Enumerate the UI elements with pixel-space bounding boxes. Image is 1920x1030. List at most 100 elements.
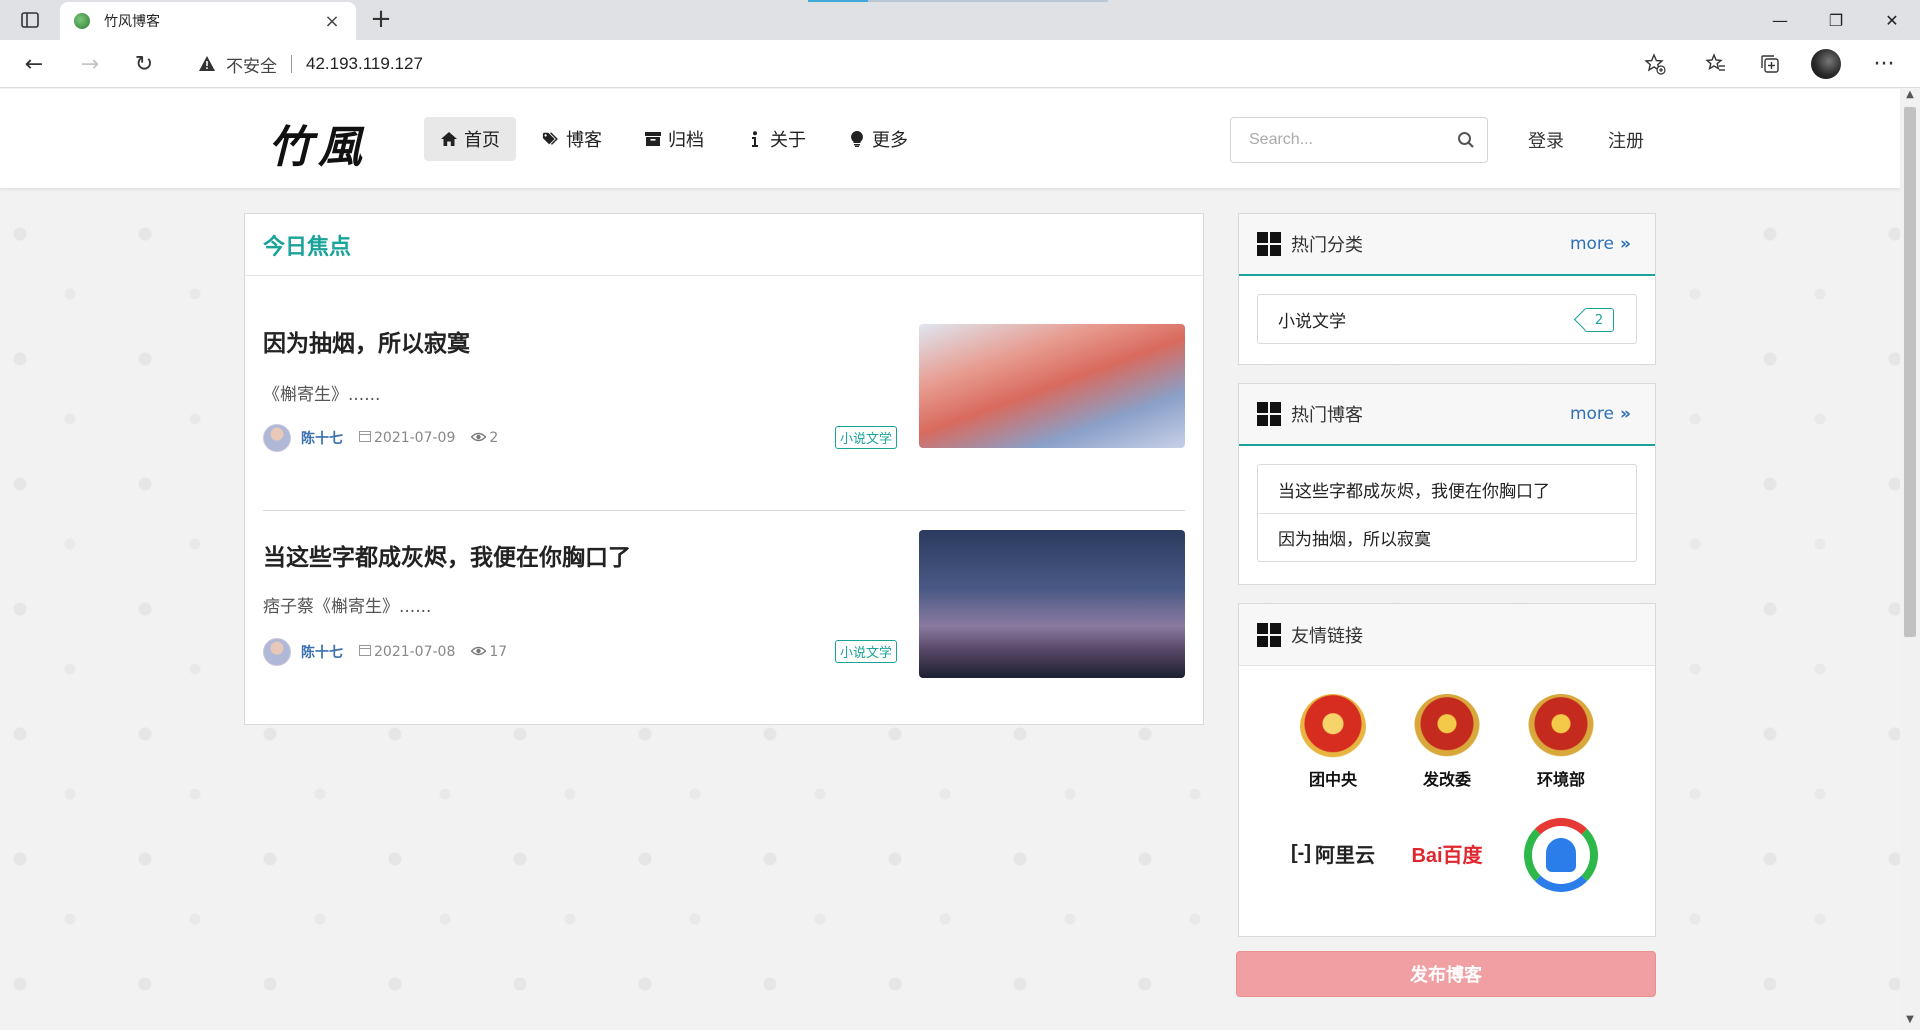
friend-link-label: 环境部 bbox=[1536, 770, 1585, 789]
friend-links-card: 友情链接 团中央 发改委 环境部 [-] 阿里云 Bai百度 bbox=[1238, 603, 1656, 937]
friend-links-title: 友情链接 bbox=[1291, 625, 1363, 647]
menu-item-home[interactable]: 首页 bbox=[424, 117, 516, 161]
double-chevron-right-icon: » bbox=[1620, 404, 1631, 424]
search-input[interactable] bbox=[1249, 131, 1457, 149]
article-thumbnail[interactable] bbox=[919, 530, 1185, 678]
collections-icon[interactable] bbox=[1752, 48, 1788, 80]
friend-link-youth-league[interactable]: 团中央 bbox=[1276, 694, 1390, 790]
more-link[interactable]: more » bbox=[1570, 404, 1631, 424]
register-link[interactable]: 注册 bbox=[1608, 127, 1644, 153]
settings-more-icon[interactable]: ··· bbox=[1866, 48, 1902, 80]
article-views: 2 bbox=[489, 430, 499, 446]
focus-title: 今日焦点 bbox=[263, 234, 352, 260]
scroll-up-icon[interactable]: ▲ bbox=[1900, 89, 1920, 105]
friend-link-label: 团中央 bbox=[1308, 770, 1357, 789]
category-tag[interactable]: 小说文学 bbox=[835, 640, 898, 663]
article-meta: 陈十七 2021-07-09 2 bbox=[263, 424, 498, 452]
browser-tab[interactable]: 竹风博客 × bbox=[60, 2, 356, 40]
baidu-logo-icon: Bai百度 bbox=[1411, 844, 1483, 867]
new-tab-button[interactable]: + bbox=[366, 6, 396, 34]
category-list: 小说文学 2 bbox=[1257, 294, 1637, 344]
friend-links-header: 友情链接 bbox=[1239, 604, 1655, 666]
focus-card-header: 今日焦点 bbox=[245, 214, 1203, 276]
insecure-label: 不安全 bbox=[226, 56, 277, 77]
article-item[interactable]: 因为抽烟，所以寂寞 《槲寄生》...... 陈十七 2021-07-09 2 小… bbox=[263, 324, 1185, 452]
friend-link-environment[interactable]: 环境部 bbox=[1504, 694, 1618, 790]
eye-icon bbox=[470, 430, 487, 446]
article-meta: 陈十七 2021-07-08 17 bbox=[263, 638, 507, 666]
restore-icon[interactable]: ❐ bbox=[1808, 0, 1864, 40]
author-avatar[interactable] bbox=[263, 638, 291, 666]
login-link[interactable]: 登录 bbox=[1528, 127, 1564, 153]
article-summary: 痞子蔡《槲寄生》...... bbox=[263, 597, 432, 617]
eye-icon bbox=[470, 644, 487, 660]
archive-icon bbox=[644, 130, 662, 148]
reload-icon[interactable]: ↻ bbox=[126, 48, 162, 80]
add-favorite-icon[interactable] bbox=[1644, 53, 1666, 75]
article-summary: 《槲寄生》...... bbox=[263, 385, 381, 405]
site-header: 竹風 首页 博客 归档 关于 更多 Search... 登录 注册 bbox=[0, 89, 1900, 189]
menu-item-about[interactable]: 关于 bbox=[730, 117, 822, 161]
more-label: more bbox=[1569, 234, 1615, 254]
address-bar[interactable]: 不安全 42.193.119.127 bbox=[180, 46, 1678, 82]
profile-avatar[interactable] bbox=[1808, 48, 1844, 80]
forward-icon[interactable]: → bbox=[72, 48, 108, 80]
page-scrollbar[interactable]: ▲ ▼ bbox=[1900, 89, 1920, 1030]
grid-icon bbox=[1257, 622, 1281, 647]
menu-item-more[interactable]: 更多 bbox=[832, 117, 924, 161]
site-logo[interactable]: 竹風 bbox=[268, 111, 368, 175]
article-item[interactable]: 当这些字都成灰烬，我便在你胸口了 痞子蔡《槲寄生》...... 陈十七 2021… bbox=[263, 530, 1185, 678]
tab-title: 竹风博客 bbox=[104, 14, 160, 30]
scroll-down-icon[interactable]: ▼ bbox=[1900, 1014, 1920, 1030]
more-link[interactable]: more » bbox=[1570, 234, 1631, 254]
article-thumbnail[interactable] bbox=[919, 324, 1185, 448]
friend-link-baidu[interactable]: Bai百度 bbox=[1390, 818, 1504, 892]
friend-link-ndrc[interactable]: 发改委 bbox=[1390, 694, 1504, 790]
author-name[interactable]: 陈十七 bbox=[301, 428, 343, 448]
back-icon[interactable]: ← bbox=[16, 48, 52, 80]
friend-link-label: 发改委 bbox=[1422, 770, 1471, 789]
scrollbar-thumb[interactable] bbox=[1904, 107, 1916, 637]
search-icon[interactable] bbox=[1457, 131, 1475, 149]
tags-icon bbox=[542, 130, 560, 148]
friend-links-grid: 团中央 发改委 环境部 [-] 阿里云 Bai百度 bbox=[1239, 666, 1655, 892]
close-tab-icon[interactable]: × bbox=[322, 11, 342, 32]
lightbulb-icon bbox=[848, 130, 866, 148]
loading-indicator-track bbox=[868, 0, 1108, 2]
hot-categories-card: 热门分类 more » 小说文学 2 bbox=[1238, 213, 1656, 365]
tencent-news-logo-icon bbox=[1524, 818, 1598, 892]
main-menu: 首页 博客 归档 关于 更多 bbox=[424, 117, 924, 161]
minimize-icon[interactable]: — bbox=[1752, 0, 1808, 40]
loading-indicator bbox=[808, 0, 868, 2]
hot-blogs-title: 热门博客 bbox=[1291, 405, 1363, 426]
menu-item-label: 归档 bbox=[668, 130, 704, 151]
publish-blog-button[interactable]: 发布博客 bbox=[1236, 951, 1656, 997]
national-emblem-icon bbox=[1528, 694, 1594, 760]
browser-tab-bar: 竹风博客 × + — ❐ ✕ bbox=[0, 0, 1920, 40]
friend-link-tencent-news[interactable] bbox=[1504, 818, 1618, 892]
favorites-icon[interactable] bbox=[1698, 48, 1734, 80]
article-title[interactable]: 因为抽烟，所以寂寞 bbox=[263, 324, 470, 358]
hot-blog-list: 当这些字都成灰烬，我便在你胸口了 因为抽烟，所以寂寞 bbox=[1257, 464, 1637, 562]
grid-icon bbox=[1257, 232, 1281, 256]
calendar-icon bbox=[359, 644, 371, 660]
friend-link-aliyun[interactable]: [-] 阿里云 bbox=[1276, 818, 1390, 892]
menu-item-blog[interactable]: 博客 bbox=[526, 117, 618, 161]
tab-actions-icon[interactable] bbox=[12, 8, 48, 32]
grid-icon bbox=[1257, 402, 1281, 426]
category-tag[interactable]: 小说文学 bbox=[835, 426, 898, 449]
site-favicon-icon bbox=[74, 13, 90, 29]
category-item[interactable]: 小说文学 2 bbox=[1258, 295, 1636, 343]
author-avatar[interactable] bbox=[263, 424, 291, 452]
menu-item-label: 关于 bbox=[770, 130, 806, 151]
close-window-icon[interactable]: ✕ bbox=[1864, 0, 1920, 40]
article-title[interactable]: 当这些字都成灰烬，我便在你胸口了 bbox=[263, 538, 631, 572]
menu-item-archive[interactable]: 归档 bbox=[628, 117, 720, 161]
hot-categories-header: 热门分类 more » bbox=[1239, 214, 1655, 276]
home-icon bbox=[440, 130, 458, 148]
hot-blog-item[interactable]: 当这些字都成灰烬，我便在你胸口了 bbox=[1258, 465, 1636, 513]
hot-blog-item[interactable]: 因为抽烟，所以寂寞 bbox=[1258, 513, 1636, 561]
author-name[interactable]: 陈十七 bbox=[301, 642, 343, 662]
count-badge: 2 bbox=[1584, 308, 1614, 332]
url-text[interactable]: 42.193.119.127 bbox=[306, 54, 423, 74]
